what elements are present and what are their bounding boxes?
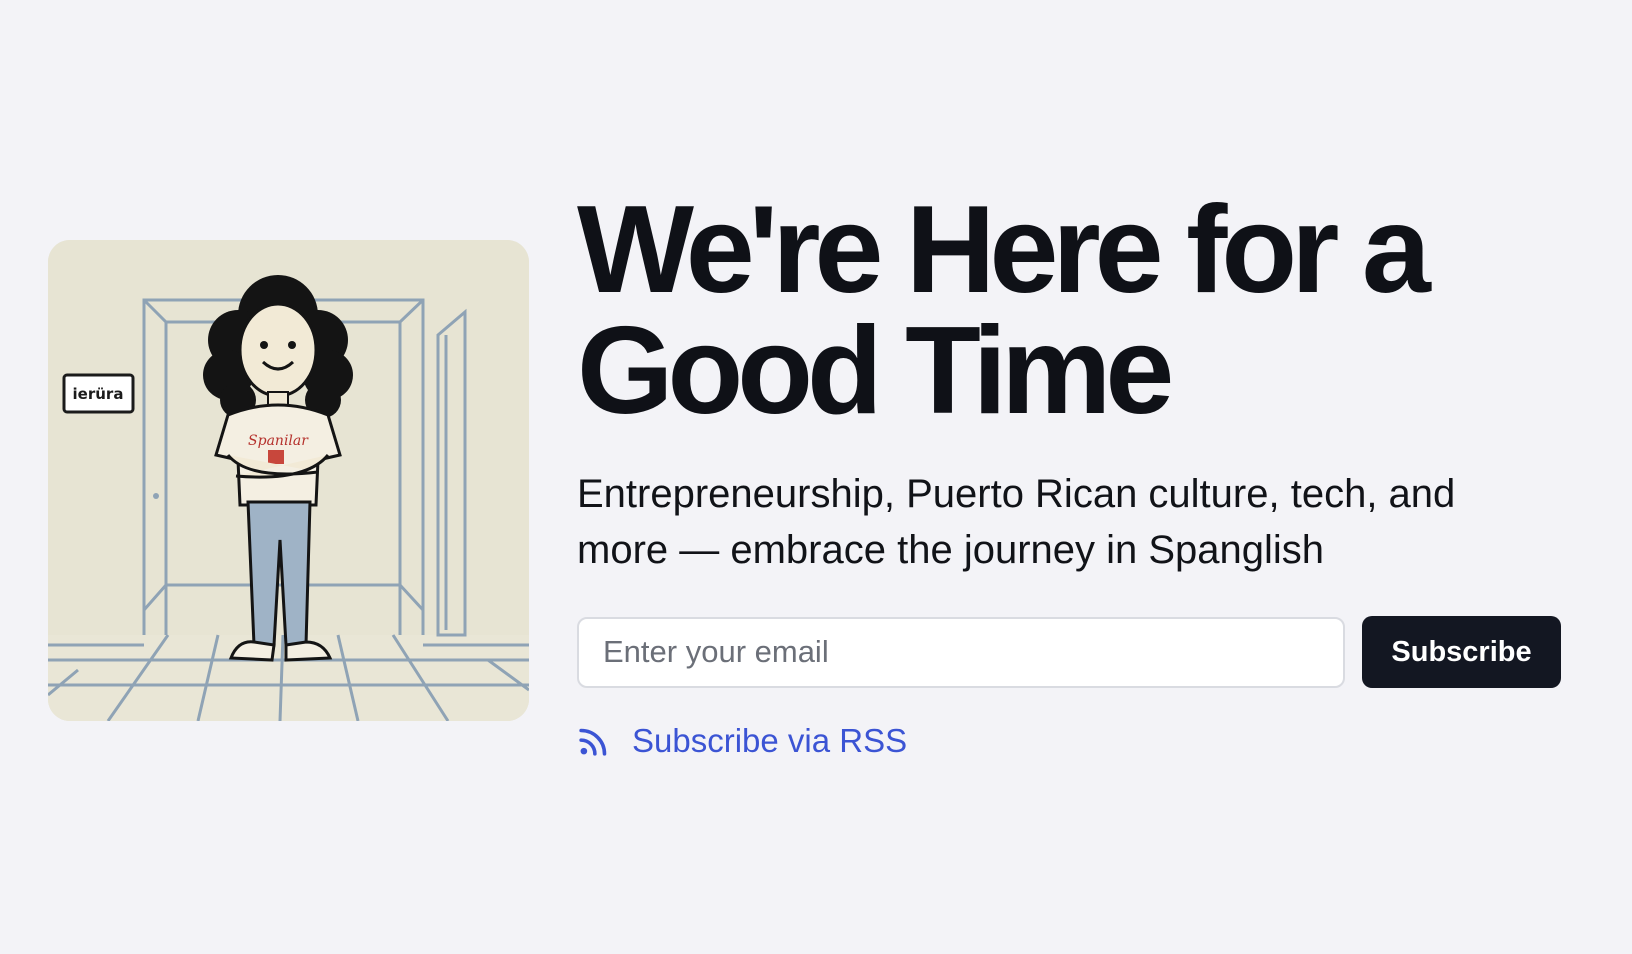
sign-text: ierüra: [73, 385, 124, 403]
subscribe-form: Subscribe: [577, 616, 1577, 688]
hero-illustration-svg: ierüra Spanilar: [48, 240, 529, 721]
email-field[interactable]: [577, 616, 1345, 688]
rss-link[interactable]: Subscribe via RSS: [577, 722, 907, 760]
page: ierüra Spanilar We're Here for a Good Ti…: [0, 0, 1632, 954]
rss-link-label: Subscribe via RSS: [632, 722, 908, 759]
subscribe-button[interactable]: Subscribe: [1362, 616, 1561, 688]
page-subtitle: Entrepreneurship, Puerto Rican culture, …: [577, 472, 1456, 572]
hero-text: We're Here for a Good Time Entrepreneurs…: [577, 181, 1577, 763]
shirt-text: Spanilar: [248, 433, 309, 449]
page-title: We're Here for a Good Time: [577, 181, 1431, 440]
hero-illustration: ierüra Spanilar: [48, 240, 529, 721]
rss-icon: [579, 728, 607, 756]
